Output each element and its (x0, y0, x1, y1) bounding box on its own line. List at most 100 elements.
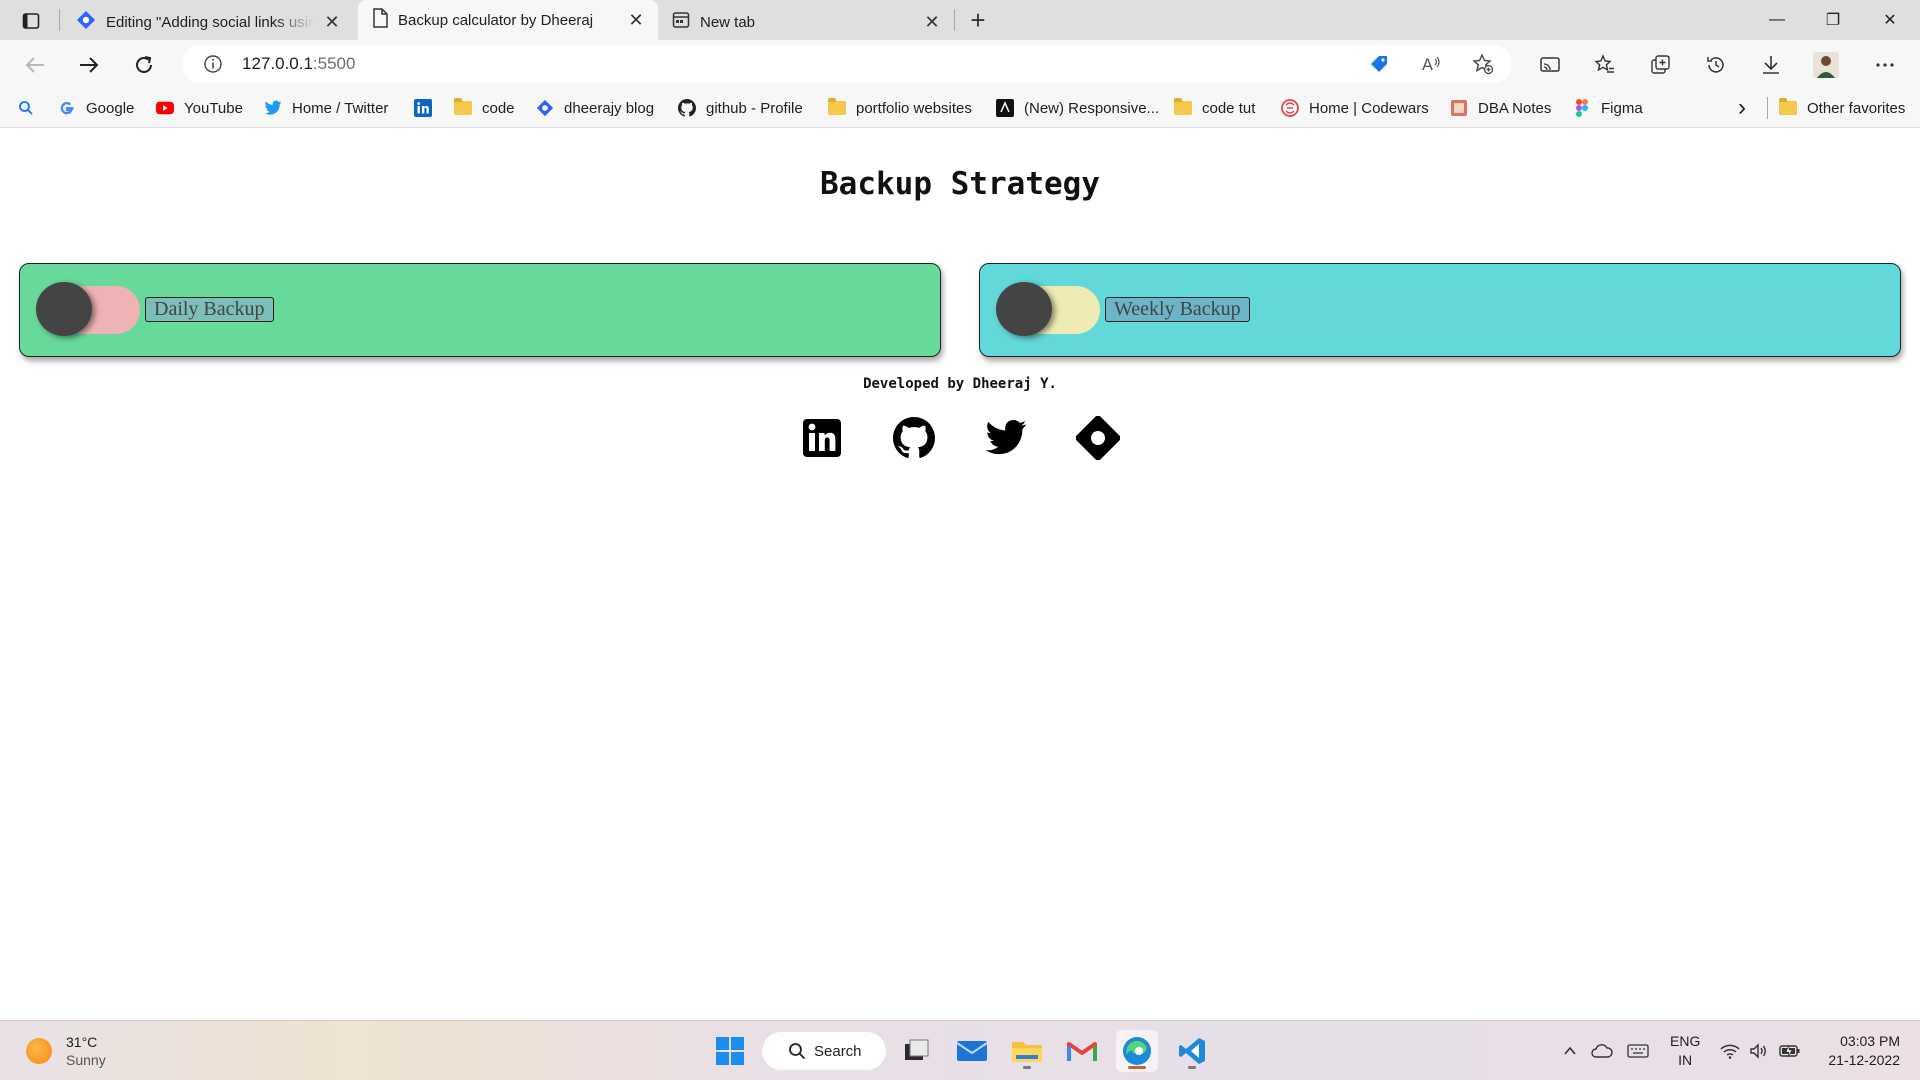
hashnode-link[interactable] (1076, 416, 1120, 460)
forward-arrow-icon (80, 57, 99, 73)
weather-widget[interactable]: 31°C Sunny (26, 1033, 106, 1069)
favorite-label: Home | Codewars (1309, 99, 1429, 117)
favorite-folder-code[interactable]: code (454, 88, 515, 128)
favorite-folder-code-tut[interactable]: code tut (1174, 88, 1255, 128)
weather-condition: Sunny (66, 1052, 106, 1068)
add-favorite-icon[interactable] (1472, 53, 1494, 80)
favorite-other-favorites[interactable]: Other favorites (1779, 88, 1905, 128)
edge-app[interactable] (1116, 1030, 1158, 1072)
region-code: IN (1678, 1052, 1693, 1068)
toggle-knob[interactable] (36, 282, 92, 336)
collections-icon[interactable] (1646, 50, 1676, 80)
restore-button[interactable]: ❐ (1805, 0, 1861, 40)
favorites-bar: Google YouTube Home / Twitter code dheer… (0, 88, 1920, 128)
wifi-icon[interactable] (1720, 1021, 1740, 1080)
mail-app[interactable] (951, 1030, 993, 1072)
read-aloud-icon[interactable]: A (1420, 53, 1442, 80)
windows-start-icon (716, 1037, 744, 1065)
cast-icon[interactable] (1535, 50, 1565, 80)
page-icon (372, 8, 388, 32)
keyboard-icon[interactable] (1627, 1021, 1649, 1080)
tab-actions-icon[interactable] (18, 8, 44, 34)
running-indicator (1188, 1066, 1196, 1069)
folder-icon (454, 98, 472, 117)
gmail-app[interactable] (1061, 1030, 1103, 1072)
weekly-backup-label[interactable]: Weekly Backup (1105, 297, 1250, 322)
address-bar[interactable]: 127.0.0.1:5500 A (182, 45, 1512, 83)
favorite-label: code tut (1202, 99, 1256, 117)
twitter-icon (985, 419, 1027, 455)
favorite-dheerajy-blog[interactable]: dheerajy blog (536, 88, 654, 128)
close-icon[interactable]: ✕ (322, 12, 342, 32)
new-tab-button[interactable]: + (963, 5, 993, 35)
tab-new-tab[interactable]: New tab ✕ (658, 4, 954, 40)
start-button[interactable] (709, 1030, 751, 1072)
daily-backup-toggle[interactable] (36, 282, 140, 336)
show-hidden-icons-chevron-icon[interactable] (1562, 1021, 1578, 1080)
github-link[interactable] (892, 416, 936, 460)
more-menu-icon[interactable] (1870, 50, 1900, 80)
linkedin-icon (414, 99, 432, 117)
linkedin-icon (803, 419, 841, 457)
folder-icon (1779, 98, 1797, 117)
weekly-backup-toggle[interactable] (996, 282, 1100, 336)
toggle-knob[interactable] (996, 282, 1052, 336)
favorite-figma[interactable]: Figma (1573, 88, 1643, 128)
favorites-icon[interactable] (1590, 50, 1620, 80)
favorite-folder-portfolio[interactable]: portfolio websites (828, 88, 972, 128)
taskbar-search[interactable]: Search (762, 1032, 886, 1070)
hashnode-icon (76, 10, 96, 34)
volume-icon[interactable] (1749, 1021, 1769, 1080)
favorite-dba-notes[interactable]: DBA Notes (1450, 88, 1551, 128)
site-info-icon[interactable] (202, 53, 224, 75)
favorite-google[interactable]: Google (58, 88, 134, 128)
back-button[interactable] (18, 48, 52, 82)
favorite-twitter[interactable]: Home / Twitter (264, 88, 388, 128)
favorite-label: portfolio websites (856, 99, 972, 117)
twitter-link[interactable] (984, 416, 1028, 460)
favorites-overflow-chevron-icon[interactable]: › (1738, 88, 1746, 128)
favorite-linkedin[interactable] (414, 88, 442, 128)
url-port: :5500 (312, 54, 356, 73)
refresh-button[interactable] (127, 48, 161, 82)
daily-backup-label[interactable]: Daily Backup (145, 297, 274, 322)
file-explorer-app[interactable] (1006, 1030, 1048, 1072)
coupon-tag-icon[interactable] (1368, 53, 1390, 80)
favorite-codewars[interactable]: Home | Codewars (1281, 88, 1429, 128)
favorite-github-profile[interactable]: github - Profile (678, 88, 803, 128)
system-clock[interactable]: 03:03 PM 21-12-2022 (1816, 1032, 1900, 1070)
favorite-youtube[interactable]: YouTube (156, 88, 243, 128)
google-icon (58, 99, 76, 117)
linkedin-link[interactable] (800, 416, 844, 460)
vscode-icon (1179, 1038, 1205, 1064)
download-icon[interactable] (1756, 50, 1786, 80)
tab-editing[interactable]: Editing "Adding social links using ✕ (62, 4, 354, 40)
profile-avatar[interactable] (1811, 50, 1841, 80)
task-view-button[interactable] (896, 1030, 938, 1072)
task-view-icon (905, 1039, 929, 1060)
social-links (800, 416, 1130, 466)
onedrive-cloud-icon[interactable] (1591, 1021, 1613, 1080)
github-icon (678, 99, 696, 117)
close-icon[interactable]: ✕ (626, 10, 646, 30)
history-icon[interactable] (1701, 50, 1731, 80)
url-text[interactable]: 127.0.0.1:5500 (242, 54, 355, 74)
favorites-search-icon[interactable] (18, 88, 34, 128)
favorite-responsive[interactable]: (New) Responsive... (996, 88, 1159, 128)
minimize-button[interactable]: — (1749, 0, 1805, 40)
hashnode-icon (536, 99, 554, 117)
tab-title: New tab (700, 13, 756, 31)
clock-date: 21-12-2022 (1828, 1052, 1900, 1068)
url-host: 127.0.0.1 (242, 54, 313, 73)
battery-charging-icon[interactable] (1779, 1021, 1801, 1080)
window-close-button[interactable]: ✕ (1862, 0, 1918, 40)
tab-backup-calculator[interactable]: Backup calculator by Dheeraj ✕ (358, 0, 658, 40)
figma-icon (1573, 99, 1591, 117)
vscode-app[interactable] (1171, 1030, 1213, 1072)
github-icon (893, 417, 935, 458)
input-language[interactable]: ENG IN (1670, 1032, 1700, 1070)
tab-title: Editing "Adding social links using (106, 13, 314, 31)
forward-button[interactable] (72, 48, 106, 82)
weather-temp: 31°C (66, 1034, 98, 1050)
close-icon[interactable]: ✕ (922, 12, 942, 32)
